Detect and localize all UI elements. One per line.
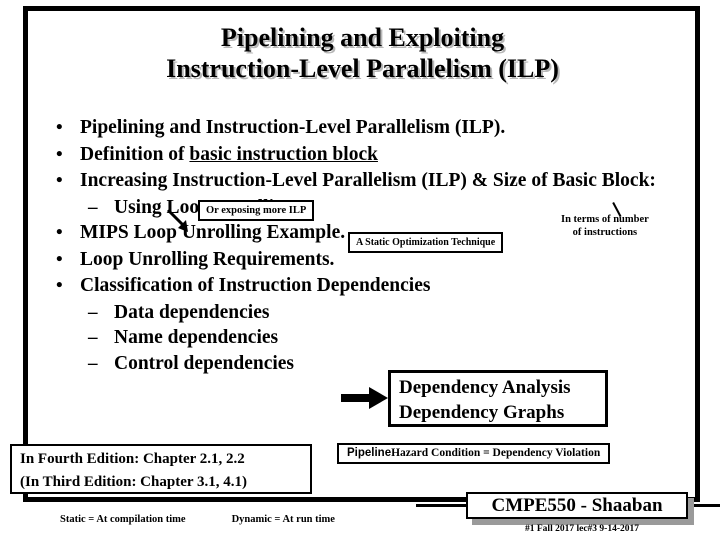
dependency-analysis-box: Dependency Analysis Dependency Graphs bbox=[388, 370, 608, 427]
callout-hazard-rest: Hazard Condition = Dependency Violation bbox=[391, 447, 601, 459]
callout-static-optimization: A Static Optimization Technique bbox=[348, 232, 504, 253]
dependency-box-line-2: Dependency Graphs bbox=[399, 402, 565, 423]
list-item: • Classification of Instruction Dependen… bbox=[52, 273, 692, 299]
lecture-meta: #1 Fall 2017 lec#3 9-14-2017 bbox=[525, 524, 639, 534]
edition-line-1: In Fourth Edition: Chapter 2.1, 2.2 bbox=[20, 451, 245, 467]
dash-marker-icon: – bbox=[88, 301, 98, 323]
bullet-marker-icon: • bbox=[56, 275, 63, 296]
list-item-label: Name dependencies bbox=[114, 327, 279, 348]
plate-rule-right bbox=[694, 504, 720, 507]
basic-instruction-block-term: basic instruction block bbox=[189, 143, 378, 165]
dynamic-definition: Dynamic = At run time bbox=[231, 514, 335, 525]
course-plate: CMPE550 - Shaaban bbox=[416, 492, 720, 525]
edition-line-2: (In Third Edition: Chapter 3.1, 4.1) bbox=[20, 474, 247, 490]
dash-marker-icon: – bbox=[88, 327, 98, 348]
page-title-line-2: Instruction-Level Parallelism (ILP) bbox=[166, 54, 559, 83]
bullet-marker-icon: • bbox=[56, 117, 63, 138]
list-item: • Increasing Instruction-Level Paralleli… bbox=[52, 168, 692, 194]
callout-hazard-prefix: Pipeline bbox=[347, 447, 392, 459]
bullet-marker-icon: • bbox=[56, 248, 63, 270]
slide-canvas: Pipelining and Exploiting Instruction-Le… bbox=[0, 0, 720, 540]
list-item-label: Increasing Instruction-Level Parallelism… bbox=[80, 170, 656, 191]
list-item-label: Definition of bbox=[80, 143, 190, 165]
callout-exposing-ilp: Or exposing more ILP bbox=[198, 200, 315, 221]
list-item-label: MIPS Loop Unrolling Example. bbox=[80, 222, 346, 243]
note-line-2: of instructions bbox=[572, 226, 638, 238]
page-title: Pipelining and Exploiting Instruction-Le… bbox=[40, 22, 685, 84]
list-item-label: Control dependencies bbox=[114, 352, 295, 374]
list-item-label: Loop Unrolling Requirements. bbox=[80, 248, 335, 270]
bullet-marker-icon: • bbox=[56, 143, 63, 165]
callout-hazard-condition: PipelineHazard Condition = Dependency Vi… bbox=[337, 443, 611, 464]
footer-definitions: Static = At compilation time Dynamic = At… bbox=[60, 514, 335, 525]
list-item: • Pipelining and Instruction-Level Paral… bbox=[52, 115, 692, 141]
plate-rule-left bbox=[416, 504, 468, 507]
list-item-label: Classification of Instruction Dependenci… bbox=[80, 275, 431, 296]
right-arrow-icon bbox=[341, 387, 388, 409]
dash-marker-icon: – bbox=[88, 352, 98, 374]
list-item: • Definition of basic instruction block bbox=[52, 142, 692, 168]
bullet-marker-icon: • bbox=[56, 170, 63, 191]
list-item-label: Data dependencies bbox=[114, 301, 270, 323]
note-line-1: In terms of number bbox=[561, 214, 649, 225]
block-pointer-arrow-icon bbox=[166, 208, 188, 232]
list-item: – Data dependencies bbox=[52, 300, 692, 326]
static-definition: Static = At compilation time bbox=[60, 514, 186, 525]
list-item: – Name dependencies bbox=[52, 325, 692, 351]
course-plate-label: CMPE550 - Shaaban bbox=[466, 492, 688, 519]
dash-marker-icon: – bbox=[88, 196, 98, 218]
dependency-box-line-1: Dependency Analysis bbox=[399, 377, 571, 398]
list-item-label: Pipelining and Instruction-Level Paralle… bbox=[80, 117, 506, 138]
page-title-line-1: Pipelining and Exploiting bbox=[220, 23, 505, 52]
note-in-terms-of-instructions: In terms of number of instructions bbox=[561, 214, 649, 239]
edition-reference-box: In Fourth Edition: Chapter 2.1, 2.2 (In … bbox=[10, 444, 312, 494]
bullet-marker-icon: • bbox=[56, 222, 63, 243]
